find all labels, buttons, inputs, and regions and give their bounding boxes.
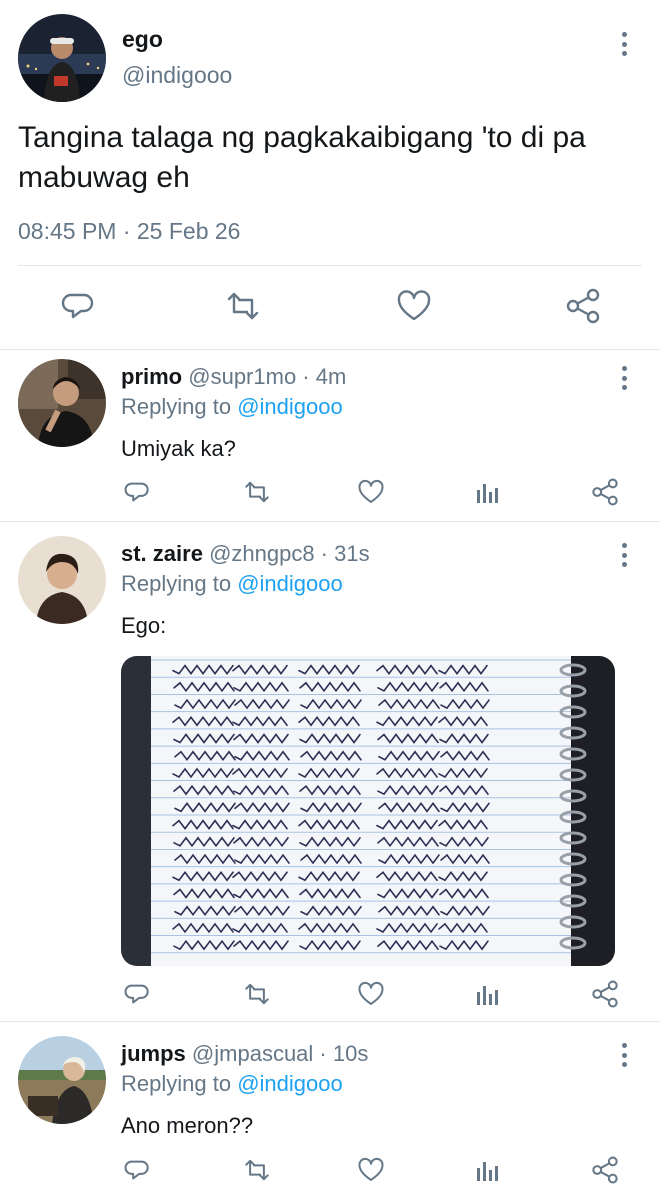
avatar[interactable] xyxy=(18,536,106,624)
tweet-text: Tangina talaga ng pagkakaibigang 'to di … xyxy=(18,121,586,194)
reply-author-name[interactable]: primo xyxy=(121,364,182,389)
reply-text: Ego: xyxy=(121,613,167,638)
retweet-icon[interactable] xyxy=(225,288,261,324)
reply-tweet: jumps @jmpascual · 10s Replying to @indi… xyxy=(0,1022,660,1200)
reply-text: Umiyak ka? xyxy=(121,436,236,461)
replying-to-handle[interactable]: @indigooo xyxy=(237,571,343,596)
replying-to: Replying to @indigooo xyxy=(121,394,343,420)
like-icon[interactable] xyxy=(356,980,386,1008)
replying-to-label: Replying to xyxy=(121,571,238,596)
share-icon[interactable] xyxy=(590,478,620,506)
reply-header: jumps @jmpascual · 10s xyxy=(121,1041,368,1067)
share-icon[interactable] xyxy=(564,288,602,324)
reply-icon[interactable] xyxy=(123,980,151,1008)
reply-header: primo @supr1mo · 4m xyxy=(121,364,346,390)
reply-icon[interactable] xyxy=(123,478,151,506)
reply-tweet: primo @supr1mo · 4m Replying to @indigoo… xyxy=(0,350,660,522)
like-icon[interactable] xyxy=(356,478,386,506)
analytics-icon[interactable] xyxy=(474,1156,500,1184)
author-name[interactable]: ego xyxy=(122,26,163,53)
analytics-icon[interactable] xyxy=(474,980,500,1008)
more-options-icon[interactable] xyxy=(614,364,634,392)
replying-to-label: Replying to xyxy=(121,394,238,419)
reply-meta: @supr1mo · 4m xyxy=(188,364,347,389)
avatar[interactable] xyxy=(18,359,106,447)
reply-icon[interactable] xyxy=(123,1156,151,1184)
reply-header: st. zaire @zhngpc8 · 31s xyxy=(121,541,370,567)
replying-to-label: Replying to xyxy=(121,1071,238,1096)
notebook-photo xyxy=(121,656,615,966)
author-handle[interactable]: @indigooo xyxy=(122,62,232,89)
main-tweet: ego @indigooo Tangina talaga ng pagkakai… xyxy=(0,0,660,350)
tweet-timestamp: 08:45 PM · 25 Feb 26 xyxy=(18,218,241,244)
retweet-icon[interactable] xyxy=(242,980,272,1008)
like-icon[interactable] xyxy=(395,288,433,324)
share-icon[interactable] xyxy=(590,980,620,1008)
replying-to: Replying to @indigooo xyxy=(121,1071,343,1097)
replying-to-handle[interactable]: @indigooo xyxy=(237,394,343,419)
analytics-icon[interactable] xyxy=(474,478,500,506)
reply-author-name[interactable]: st. zaire xyxy=(121,541,203,566)
more-options-icon[interactable] xyxy=(614,30,634,58)
like-icon[interactable] xyxy=(356,1156,386,1184)
avatar[interactable] xyxy=(18,1036,106,1124)
divider xyxy=(18,265,642,266)
reply-text: Ano meron?? xyxy=(121,1113,254,1138)
reply-meta: @zhngpc8 · 31s xyxy=(209,541,370,566)
reply-meta: @jmpascual · 10s xyxy=(191,1041,369,1066)
replying-to: Replying to @indigooo xyxy=(121,571,343,597)
more-options-icon[interactable] xyxy=(614,541,634,569)
replying-to-handle[interactable]: @indigooo xyxy=(237,1071,343,1096)
avatar[interactable] xyxy=(18,14,106,102)
retweet-icon[interactable] xyxy=(242,1156,272,1184)
retweet-icon[interactable] xyxy=(242,478,272,506)
tweet-photo[interactable] xyxy=(121,656,615,966)
reply-icon[interactable] xyxy=(60,288,96,324)
more-options-icon[interactable] xyxy=(614,1041,634,1069)
reply-author-name[interactable]: jumps xyxy=(121,1041,186,1066)
share-icon[interactable] xyxy=(590,1156,620,1184)
